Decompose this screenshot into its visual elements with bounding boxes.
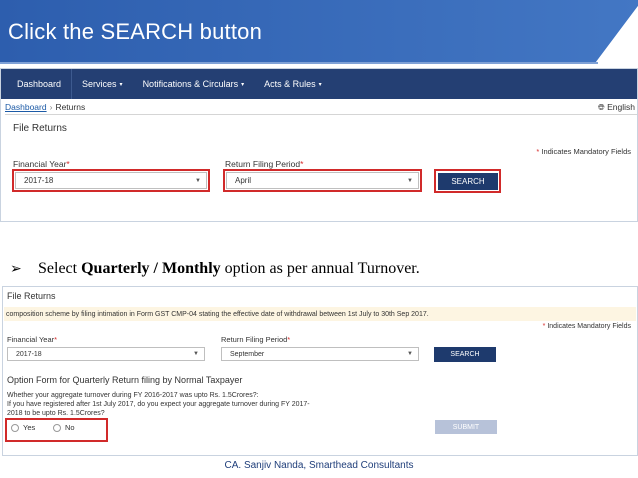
- highlight-box: [223, 169, 422, 192]
- search-button[interactable]: SEARCH: [434, 347, 496, 362]
- nav-services[interactable]: Services ▾: [72, 69, 133, 99]
- return-period-select[interactable]: September ▼: [221, 347, 419, 361]
- chevron-down-icon: ▼: [407, 351, 413, 357]
- chevron-down-icon: ▾: [318, 81, 322, 88]
- breadcrumb: Dashboard › Returns: [5, 102, 86, 112]
- main-nav: Dashboard Services ▾ Notifications & Circ…: [1, 69, 637, 99]
- nav-dashboard[interactable]: Dashboard: [7, 69, 73, 99]
- slide-title: Click the SEARCH button: [8, 19, 263, 44]
- slide-footer: CA. Sanjiv Nanda, Smarthead Consultants: [224, 460, 414, 471]
- highlight-box: [5, 418, 108, 442]
- panel-title: File Returns: [7, 291, 56, 301]
- chevron-down-icon: ▾: [241, 81, 245, 88]
- arrow-bullet-icon: ➢: [10, 262, 22, 277]
- financial-year-select[interactable]: 2017-18 ▼: [7, 347, 205, 361]
- title-banner: Click the SEARCH button: [0, 0, 638, 64]
- divider: [5, 114, 637, 115]
- highlight-box: [434, 169, 501, 193]
- financial-year-label: Financial Year*: [13, 159, 70, 169]
- language-selector[interactable]: 🌐︎ English: [598, 102, 635, 113]
- mandatory-note: * Indicates Mandatory Fields: [536, 147, 631, 156]
- return-period-label: Return Filing Period*: [225, 159, 304, 169]
- breadcrumb-current: Returns: [55, 102, 86, 112]
- file-returns-screen-2: File Returns composition scheme by filin…: [2, 286, 638, 456]
- option-form-title: Option Form for Quarterly Return filing …: [7, 375, 243, 385]
- financial-year-label: Financial Year*: [7, 335, 58, 344]
- globe-icon: 🌐︎: [597, 102, 605, 112]
- file-returns-screen-1: Dashboard Services ▾ Notifications & Circ…: [0, 68, 638, 222]
- breadcrumb-dashboard-link[interactable]: Dashboard: [5, 102, 47, 112]
- mandatory-note: * Indicates Mandatory Fields: [542, 323, 631, 330]
- turnover-question: Whether your aggregate turnover during F…: [7, 392, 310, 417]
- nav-notifications[interactable]: Notifications & Circulars ▾: [133, 69, 255, 99]
- panel-title: File Returns: [13, 123, 67, 134]
- info-banner: composition scheme by filing intimation …: [4, 307, 636, 321]
- submit-button[interactable]: SUBMIT: [435, 420, 497, 434]
- nav-acts-rules[interactable]: Acts & Rules ▾: [254, 69, 332, 99]
- instruction-bullet: ➢ Select Quarterly / Monthly option as pe…: [10, 260, 420, 277]
- highlight-box: [12, 169, 210, 192]
- chevron-down-icon: ▼: [193, 351, 199, 357]
- chevron-down-icon: ▾: [119, 81, 123, 88]
- return-period-label: Return Filing Period*: [221, 335, 291, 344]
